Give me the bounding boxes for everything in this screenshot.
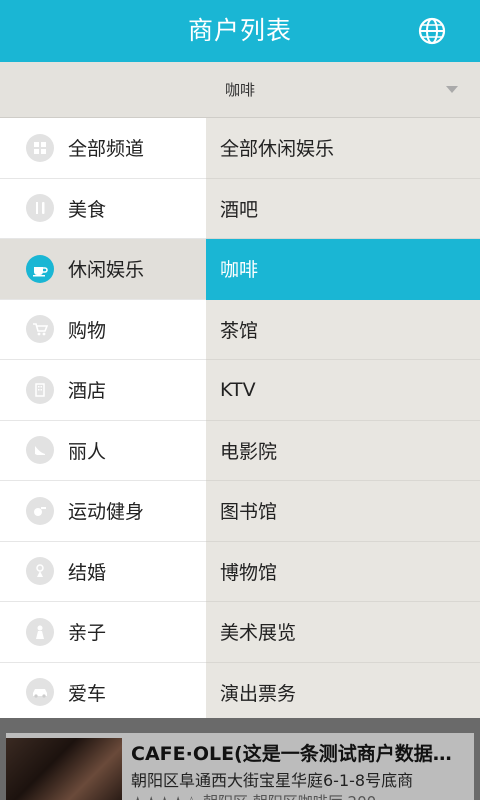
- category-label: 酒店: [68, 380, 107, 403]
- car-icon: [26, 678, 54, 707]
- category-item[interactable]: 结婚: [0, 542, 206, 602]
- building-icon: [26, 375, 54, 404]
- category-item[interactable]: 休闲娱乐: [0, 239, 206, 300]
- header-bar: 商户列表: [0, 0, 480, 62]
- sport-icon: [26, 496, 54, 525]
- child-icon: [26, 617, 54, 646]
- merchant-address: 朝阳区阜通西大街宝星华庭6-1-8号底商: [131, 771, 414, 790]
- category-item[interactable]: 全部频道: [0, 118, 206, 179]
- category-item[interactable]: 亲子: [0, 602, 206, 663]
- globe-icon[interactable]: [418, 17, 446, 45]
- category-label: 全部频道: [68, 138, 145, 161]
- page-title: 商户列表: [187, 16, 292, 45]
- subcategory-item[interactable]: 茶馆: [206, 300, 480, 360]
- category-item[interactable]: 购物: [0, 300, 206, 360]
- merchant-list-item[interactable]: CAFE·OLE(这是一条测试商户数据… 朝阳区阜通西大街宝星华庭6-1-8号底…: [6, 733, 474, 800]
- subcategory-item[interactable]: KTV: [206, 360, 480, 421]
- category-list: 全部频道美食休闲娱乐购物酒店丽人运动健身结婚亲子爱车: [0, 118, 206, 718]
- category-label: 结婚: [68, 561, 107, 584]
- category-label: 购物: [68, 319, 107, 342]
- coffee-cup-icon: [26, 254, 54, 283]
- category-label: 美食: [68, 198, 107, 221]
- category-item[interactable]: 酒店: [0, 360, 206, 421]
- dropdown-value: 咖啡: [224, 81, 255, 99]
- merchant-thumbnail: [6, 738, 122, 800]
- fork-knife-icon: [26, 194, 54, 223]
- subcategory-item[interactable]: 咖啡: [206, 239, 480, 300]
- category-item[interactable]: 美食: [0, 179, 206, 239]
- category-label: 运动健身: [68, 501, 145, 524]
- category-item[interactable]: 运动健身: [0, 481, 206, 542]
- merchant-name: CAFE·OLE(这是一条测试商户数据…: [131, 743, 452, 765]
- subcategory-item[interactable]: 酒吧: [206, 179, 480, 239]
- category-label: 亲子: [68, 622, 107, 645]
- wedding-icon: [26, 557, 54, 586]
- category-item[interactable]: 丽人: [0, 421, 206, 481]
- subcategory-item[interactable]: 美术展览: [206, 602, 480, 663]
- dropdown-arrow-icon: [446, 86, 458, 93]
- subcategory-list: 全部休闲娱乐 酒吧 咖啡 茶馆 KTV 电影院 图书馆 博物馆 美术展览 演出票务: [206, 118, 480, 718]
- subcategory-item[interactable]: 演出票务: [206, 663, 480, 719]
- grid-icon: [26, 133, 54, 162]
- category-label: 丽人: [68, 440, 107, 463]
- category-label: 爱车: [68, 682, 107, 705]
- merchant-extra: ★★★★☆ 朝阳区 朝阳区咖啡厅 200: [131, 791, 471, 800]
- subcategory-item[interactable]: 图书馆: [206, 481, 480, 542]
- subcategory-item[interactable]: 电影院: [206, 421, 480, 481]
- high-heel-icon: [26, 436, 54, 465]
- category-item[interactable]: 爱车: [0, 663, 206, 719]
- subcategory-item[interactable]: 全部休闲娱乐: [206, 118, 480, 179]
- category-label: 休闲娱乐: [68, 259, 145, 282]
- cart-icon: [26, 315, 54, 344]
- subcategory-dropdown[interactable]: 咖啡: [0, 62, 480, 118]
- subcategory-item[interactable]: 博物馆: [206, 542, 480, 602]
